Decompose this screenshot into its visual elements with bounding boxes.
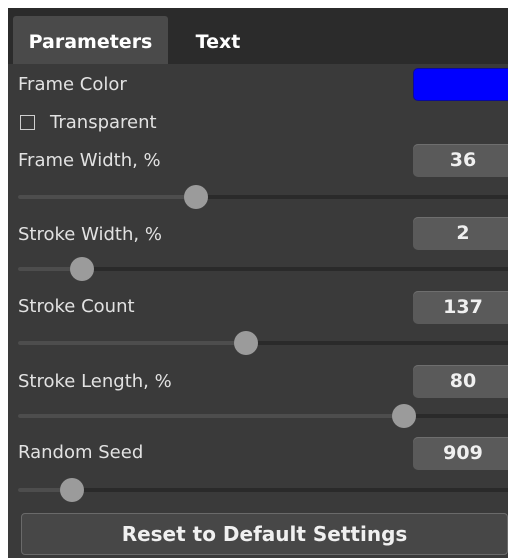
stroke-count-slider[interactable]: [18, 331, 508, 355]
stroke-width-label: Stroke Width, %: [18, 224, 162, 245]
frame-width-slider-thumb[interactable]: [184, 185, 209, 209]
tab-text[interactable]: Text: [178, 16, 258, 64]
stroke-count-slider-thumb[interactable]: [233, 331, 258, 355]
stroke-count-label: Stroke Count: [18, 296, 135, 317]
frame-color-swatch[interactable]: [413, 68, 508, 101]
tab-parameters[interactable]: Parameters: [13, 16, 168, 64]
frame-width-slider-fill: [18, 195, 197, 199]
stroke-width-slider[interactable]: [18, 257, 508, 281]
transparent-checkbox[interactable]: [20, 115, 35, 130]
random-seed-label: Random Seed: [18, 442, 144, 463]
parameters-panel: Parameters Text Frame Color Transparent …: [8, 8, 508, 558]
transparent-label: Transparent: [50, 112, 157, 133]
stroke-length-label: Stroke Length, %: [18, 371, 172, 392]
stroke-count-value[interactable]: 137: [413, 291, 508, 324]
frame-width-slider[interactable]: [18, 185, 508, 209]
reset-to-default-button[interactable]: Reset to Default Settings: [21, 513, 508, 555]
stroke-count-slider-fill: [18, 341, 246, 345]
random-seed-value[interactable]: 909: [413, 437, 508, 470]
stroke-length-slider-thumb[interactable]: [392, 404, 417, 428]
random-seed-slider[interactable]: [18, 478, 508, 502]
stroke-length-value[interactable]: 80: [413, 365, 508, 398]
frame-width-label: Frame Width, %: [18, 150, 161, 171]
stroke-length-slider-fill: [18, 414, 405, 418]
random-seed-slider-thumb[interactable]: [60, 478, 85, 502]
frame-width-value[interactable]: 36: [413, 144, 508, 177]
stroke-width-slider-thumb[interactable]: [70, 257, 95, 281]
frame-color-label: Frame Color: [18, 74, 127, 95]
stroke-width-value[interactable]: 2: [413, 217, 508, 250]
stroke-length-slider[interactable]: [18, 404, 508, 428]
tab-bar: Parameters Text: [8, 8, 508, 64]
